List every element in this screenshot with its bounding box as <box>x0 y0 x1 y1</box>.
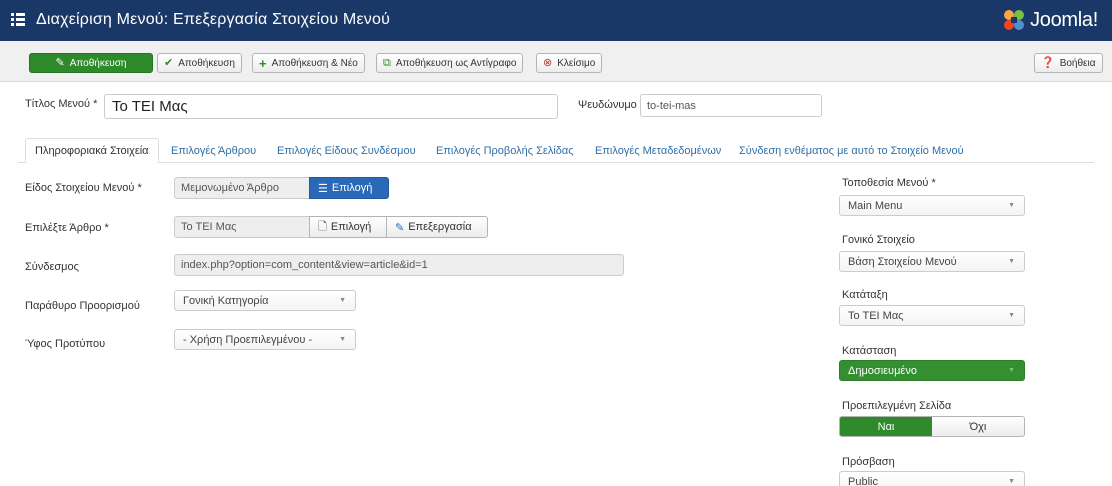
save-button[interactable]: ✎ Αποθήκευση <box>29 53 153 73</box>
link-field: index.php?option=com_content&view=articl… <box>174 254 624 276</box>
menu-location-label: Τοποθεσία Μενού * <box>842 177 936 189</box>
list-icon[interactable] <box>11 13 25 27</box>
menu-item-type-label: Είδος Στοιχείου Μενού * <box>25 182 142 194</box>
parent-item-label: Γονικό Στοιχείο <box>842 234 915 246</box>
tab-page-display[interactable]: Επιλογές Προβολής Σελίδας <box>427 138 583 163</box>
target-window-select[interactable]: Γονική Κατηγορία ▼ <box>174 290 356 311</box>
close-circle-icon: ⊗ <box>543 56 553 69</box>
logo-text: Joomla! <box>1030 8 1098 31</box>
caret-down-icon: ▼ <box>1008 477 1015 485</box>
template-style-select[interactable]: - Χρήση Προεπιλεγμένου - ▼ <box>174 329 356 350</box>
close-label: Κλείσιμο <box>557 57 596 69</box>
template-style-value: - Χρήση Προεπιλεγμένου - <box>183 333 313 346</box>
help-label: Βοήθεια <box>1059 57 1096 69</box>
save-copy-label: Αποθήκευση ως Αντίγραφο <box>395 57 517 69</box>
target-window-value: Γονική Κατηγορία <box>183 294 269 307</box>
save-close-label: Αποθήκευση <box>178 57 235 69</box>
parent-item-select[interactable]: Βάση Στοιχείου Μενού ▼ <box>839 251 1025 272</box>
tab-article-options[interactable]: Επιλογές Άρθρου <box>162 138 265 163</box>
caret-down-icon: ▼ <box>1008 311 1015 319</box>
header-bar: Διαχείριση Μενού: Επεξεργασία Στοιχείου … <box>0 0 1112 41</box>
default-page-toggle[interactable]: Ναι Όχι <box>839 416 1025 437</box>
select-article-label: Επιλογή <box>330 221 372 233</box>
access-label: Πρόσβαση <box>842 456 895 468</box>
check-icon: ✔ <box>164 56 174 69</box>
tab-details[interactable]: Πληροφοριακά Στοιχεία <box>25 138 159 163</box>
joomla-logo[interactable]: Joomla! <box>1002 7 1098 33</box>
save-close-button[interactable]: ✔ Αποθήκευση <box>157 53 242 73</box>
edit-icon: ✎ <box>395 221 405 234</box>
plus-icon: + <box>259 55 267 71</box>
save-new-label: Αποθήκευση & Νέο <box>271 57 358 69</box>
tab-module-assignment[interactable]: Σύνδεση ενθέματος με αυτό το Στοιχείο Με… <box>730 138 973 163</box>
edit-article-button[interactable]: ✎ Επεξεργασία <box>386 216 488 238</box>
caret-down-icon: ▼ <box>1008 201 1015 209</box>
copy-icon: ⧉ <box>383 56 391 69</box>
access-value: Public <box>848 475 878 486</box>
default-page-no[interactable]: Όχι <box>932 417 1024 436</box>
close-button[interactable]: ⊗ Κλείσιμο <box>536 53 603 73</box>
edit-icon: ✎ <box>55 56 65 69</box>
alias-label: Ψευδώνυμο <box>578 99 637 111</box>
target-window-label: Παράθυρο Προορισμού <box>25 300 140 312</box>
title-label: Τίτλος Μενού * <box>25 98 98 110</box>
caret-down-icon: ▼ <box>1008 257 1015 265</box>
caret-down-icon: ▼ <box>1008 366 1015 374</box>
file-icon: 🗋 <box>318 220 327 233</box>
parent-item-value: Βάση Στοιχείου Μενού <box>848 255 957 268</box>
joomla-logo-icon <box>1004 10 1025 30</box>
access-select[interactable]: Public ▼ <box>839 471 1025 486</box>
save-label: Αποθήκευση <box>69 57 127 69</box>
status-select[interactable]: Δημοσιευμένο ▼ <box>839 360 1025 381</box>
menu-location-select[interactable]: Main Menu ▼ <box>839 195 1025 216</box>
menu-location-value: Main Menu <box>848 199 903 212</box>
select-article-button[interactable]: 🗋 Επιλογή <box>309 216 387 238</box>
help-button[interactable]: ❓ Βοήθεια <box>1034 53 1103 73</box>
default-page-label: Προεπιλεγμένη Σελίδα <box>842 400 952 412</box>
default-page-yes[interactable]: Ναι <box>840 417 932 436</box>
title-input[interactable]: Το ΤΕΙ Μας <box>104 94 558 119</box>
ordering-value: Το ΤΕΙ Μας <box>848 309 904 322</box>
status-label: Κατάσταση <box>842 345 897 357</box>
save-new-button[interactable]: + Αποθήκευση & Νέο <box>252 53 365 73</box>
list-icon: ☰ <box>318 182 328 195</box>
page-title: Διαχείριση Μενού: Επεξεργασία Στοιχείου … <box>36 11 391 28</box>
select-type-button[interactable]: ☰ Επιλογή <box>309 177 389 199</box>
caret-down-icon: ▼ <box>339 296 346 304</box>
template-style-label: Ύφος Προτύπου <box>25 338 106 350</box>
edit-article-label: Επεξεργασία <box>408 221 472 233</box>
link-label: Σύνδεσμος <box>25 261 79 273</box>
tab-link-type-options[interactable]: Επιλογές Είδους Συνδέσμου <box>268 138 425 163</box>
question-icon: ❓ <box>1041 56 1055 69</box>
status-value: Δημοσιευμένο <box>848 364 917 377</box>
save-copy-button[interactable]: ⧉ Αποθήκευση ως Αντίγραφο <box>376 53 524 73</box>
menu-item-type-field: Μεμονωμένο Άρθρο <box>174 177 310 199</box>
alias-input[interactable]: to-tei-mas <box>640 94 822 117</box>
ordering-select[interactable]: Το ΤΕΙ Μας ▼ <box>839 305 1025 326</box>
article-field: Το ΤΕΙ Μας <box>174 216 310 238</box>
ordering-label: Κατάταξη <box>842 289 888 301</box>
select-type-label: Επιλογή <box>331 182 373 194</box>
caret-down-icon: ▼ <box>339 335 346 343</box>
article-label: Επιλέξτε Άρθρο * <box>25 222 109 234</box>
tab-metadata[interactable]: Επιλογές Μεταδεδομένων <box>586 138 730 163</box>
